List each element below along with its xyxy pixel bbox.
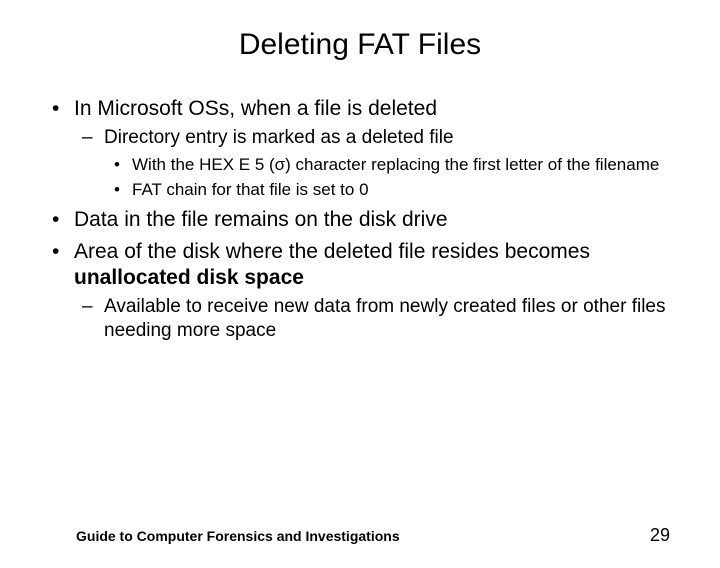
slide: Deleting FAT Files In Microsoft OSs, whe… — [0, 28, 720, 568]
bullet-text: Available to receive new data from newly… — [104, 296, 665, 341]
bullet-item: Data in the file remains on the disk dri… — [48, 207, 672, 233]
bullet-text: FAT chain for that file is set to 0 — [132, 180, 369, 199]
slide-footer: Guide to Computer Forensics and Investig… — [76, 525, 670, 546]
footer-source: Guide to Computer Forensics and Investig… — [76, 528, 400, 544]
bullet-text-bold: unallocated disk space — [74, 266, 304, 289]
bullet-text: Data in the file remains on the disk dri… — [74, 208, 448, 231]
bullet-item: Available to receive new data from newly… — [74, 295, 672, 343]
bullet-list: Available to receive new data from newly… — [74, 295, 672, 343]
bullet-text: In Microsoft OSs, when a file is deleted — [74, 97, 437, 120]
slide-body: In Microsoft OSs, when a file is deleted… — [0, 96, 720, 343]
bullet-item: Area of the disk where the deleted file … — [48, 239, 672, 343]
bullet-list: In Microsoft OSs, when a file is deleted… — [48, 96, 672, 343]
bullet-item: In Microsoft OSs, when a file is deleted… — [48, 96, 672, 201]
bullet-text: With the HEX E 5 (σ) character replacing… — [132, 155, 659, 174]
bullet-item: With the HEX E 5 (σ) character replacing… — [104, 154, 672, 175]
bullet-item: Directory entry is marked as a deleted f… — [74, 126, 672, 200]
bullet-item: FAT chain for that file is set to 0 — [104, 179, 672, 200]
slide-title: Deleting FAT Files — [0, 28, 720, 62]
bullet-text: Area of the disk where the deleted file … — [74, 240, 590, 263]
page-number: 29 — [650, 525, 670, 546]
bullet-text: Directory entry is marked as a deleted f… — [104, 127, 454, 148]
bullet-list: Directory entry is marked as a deleted f… — [74, 126, 672, 200]
bullet-list: With the HEX E 5 (σ) character replacing… — [104, 154, 672, 201]
